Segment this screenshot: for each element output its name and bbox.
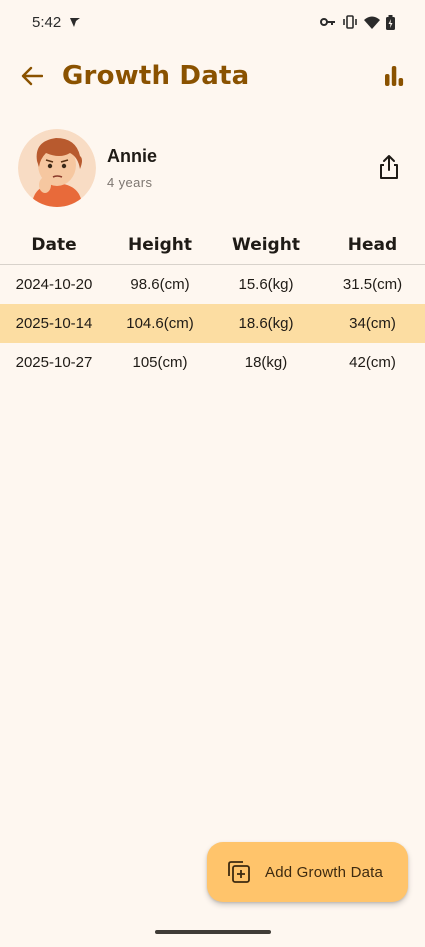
wifi-icon bbox=[364, 16, 380, 29]
cell-date: 2024-10-20 bbox=[15, 276, 93, 293]
back-arrow-icon bbox=[21, 66, 43, 86]
table-header: Date Height Weight Head bbox=[0, 226, 425, 265]
vibrate-icon bbox=[343, 15, 357, 29]
add-growth-data-button[interactable]: Add Growth Data bbox=[207, 842, 408, 902]
cell-date: 2025-10-27 bbox=[15, 354, 93, 371]
status-time: 5:42 bbox=[32, 13, 62, 31]
cell-head: 31.5(cm) bbox=[342, 276, 403, 293]
table-row-selected[interactable]: 2025-10-14 104.6(cm) 18.6(kg) 34(cm) bbox=[0, 304, 425, 343]
share-icon bbox=[380, 155, 398, 179]
column-header-weight: Weight bbox=[232, 235, 300, 255]
child-age: 4 years bbox=[107, 175, 153, 190]
app-bar: Growth Data bbox=[0, 50, 425, 102]
table-row[interactable]: 2024-10-20 98.6(cm) 15.6(kg) 31.5(cm) bbox=[0, 265, 425, 304]
column-header-head: Head bbox=[347, 235, 398, 255]
cell-date: 2025-10-14 bbox=[15, 315, 93, 332]
share-button[interactable] bbox=[378, 154, 404, 182]
key-icon bbox=[320, 18, 335, 26]
add-note-icon bbox=[228, 861, 250, 883]
gesture-nav-handle[interactable] bbox=[155, 930, 271, 934]
table-row[interactable]: 2025-10-27 105(cm) 18(kg) 42(cm) bbox=[0, 343, 425, 382]
location-status-icon bbox=[70, 18, 81, 27]
battery-icon bbox=[386, 14, 395, 30]
bar-chart-icon bbox=[385, 66, 404, 86]
chart-button[interactable] bbox=[383, 64, 405, 88]
child-name: Annie bbox=[107, 146, 158, 166]
cell-weight: 18.6(kg) bbox=[238, 315, 294, 332]
cell-weight: 18(kg) bbox=[244, 354, 288, 371]
cell-height: 98.6(cm) bbox=[130, 276, 190, 293]
add-growth-data-label: Add Growth Data bbox=[265, 863, 384, 881]
child-profile: Annie 4 years bbox=[18, 128, 408, 208]
cell-weight: 15.6(kg) bbox=[238, 276, 294, 293]
cell-height: 104.6(cm) bbox=[126, 315, 194, 332]
status-bar: 5:42 bbox=[0, 0, 425, 44]
avatar bbox=[18, 129, 96, 207]
cell-head: 34(cm) bbox=[349, 315, 396, 332]
back-button[interactable] bbox=[18, 62, 46, 90]
column-header-height: Height bbox=[128, 235, 192, 255]
growth-data-table: Date Height Weight Head 2024-10-20 98.6(… bbox=[0, 226, 425, 382]
column-header-date: Date bbox=[31, 235, 77, 255]
cell-height: 105(cm) bbox=[132, 354, 188, 371]
page-title: Growth Data bbox=[62, 61, 250, 91]
child-avatar-illustration bbox=[18, 129, 96, 207]
cell-head: 42(cm) bbox=[349, 354, 396, 371]
